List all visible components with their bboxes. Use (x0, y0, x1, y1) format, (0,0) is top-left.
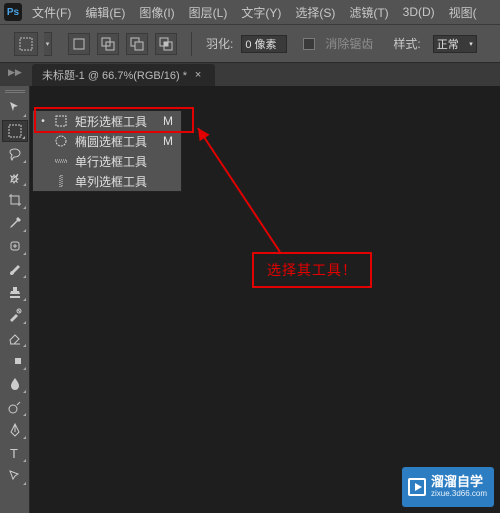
wand-tool[interactable] (2, 166, 28, 188)
menu-3d[interactable]: 3D(D) (403, 5, 435, 19)
lasso-tool[interactable] (2, 143, 28, 165)
marquee-tool[interactable] (2, 120, 28, 142)
ellipse-marquee-icon (53, 135, 69, 147)
selection-new-button[interactable] (68, 33, 90, 55)
options-bar: ▾ 羽化: 消除锯齿 样式: 正常▾ (0, 24, 500, 62)
eraser-tool[interactable] (2, 327, 28, 349)
flyout-ellipse-marquee[interactable]: 椭圆选框工具 M (33, 131, 181, 151)
app-logo: Ps (4, 3, 22, 21)
svg-text:T: T (10, 446, 18, 461)
tabstrip-toggle-icon[interactable]: ▶▶ (8, 67, 22, 78)
menu-layer[interactable]: 图层(L) (189, 4, 228, 21)
dodge-tool[interactable] (2, 396, 28, 418)
menu-image[interactable]: 图像(I) (139, 4, 174, 21)
brush-tool[interactable] (2, 258, 28, 280)
tool-preset-button[interactable] (14, 32, 38, 56)
tab-strip: 未标题-1 @ 66.7%(RGB/16) * × (0, 62, 500, 86)
watermark: 溜溜自学 zixue.3d66.com (402, 467, 494, 507)
menu-edit[interactable]: 编辑(E) (85, 4, 125, 21)
tool-preset-dropdown[interactable]: ▾ (44, 32, 52, 56)
separator (191, 32, 192, 56)
path-tool[interactable] (2, 465, 28, 487)
tools-panel: T (0, 86, 30, 513)
selection-subtract-button[interactable] (126, 33, 148, 55)
flyout-rect-marquee[interactable]: • 矩形选框工具 M (33, 111, 181, 131)
history-brush-tool[interactable] (2, 304, 28, 326)
blur-tool[interactable] (2, 373, 28, 395)
tab-title: 未标题-1 @ 66.7%(RGB/16) * (42, 67, 187, 83)
eyedropper-tool[interactable] (2, 212, 28, 234)
menu-filter[interactable]: 滤镜(T) (349, 4, 388, 21)
feather-input[interactable] (241, 35, 287, 53)
gradient-tool[interactable] (2, 350, 28, 372)
menubar: Ps 文件(F) 编辑(E) 图像(I) 图层(L) 文字(Y) 选择(S) 滤… (0, 0, 500, 24)
annotation-callout: 选择其工具！ (252, 252, 372, 288)
panel-grip-icon[interactable] (0, 90, 29, 96)
row-marquee-icon (53, 155, 69, 167)
marquee-flyout: • 矩形选框工具 M 椭圆选框工具 M 单行选框工具 单列选框工具 (32, 110, 182, 192)
tab-close-icon[interactable]: × (191, 69, 205, 81)
menu-view[interactable]: 视图( (449, 4, 477, 21)
menu-file[interactable]: 文件(F) (32, 4, 71, 21)
feather-label: 羽化: (206, 35, 233, 52)
healing-tool[interactable] (2, 235, 28, 257)
pen-tool[interactable] (2, 419, 28, 441)
move-tool[interactable] (2, 97, 28, 119)
antialias-label: 消除锯齿 (325, 35, 373, 52)
selected-dot-icon: • (39, 116, 47, 127)
play-icon (408, 478, 426, 496)
flyout-col-marquee[interactable]: 单列选框工具 (33, 171, 181, 191)
rect-marquee-icon (53, 115, 69, 127)
selection-add-button[interactable] (97, 33, 119, 55)
antialias-checkbox[interactable] (303, 38, 315, 50)
style-select[interactable]: 正常▾ (433, 35, 477, 53)
col-marquee-icon (53, 175, 69, 187)
style-label: 样式: (393, 35, 420, 52)
crop-tool[interactable] (2, 189, 28, 211)
flyout-row-marquee[interactable]: 单行选框工具 (33, 151, 181, 171)
document-tab[interactable]: 未标题-1 @ 66.7%(RGB/16) * × (32, 64, 215, 86)
stamp-tool[interactable] (2, 281, 28, 303)
menu-type[interactable]: 文字(Y) (241, 4, 281, 21)
menu-select[interactable]: 选择(S) (295, 4, 335, 21)
type-tool[interactable]: T (2, 442, 28, 464)
selection-intersect-button[interactable] (155, 33, 177, 55)
